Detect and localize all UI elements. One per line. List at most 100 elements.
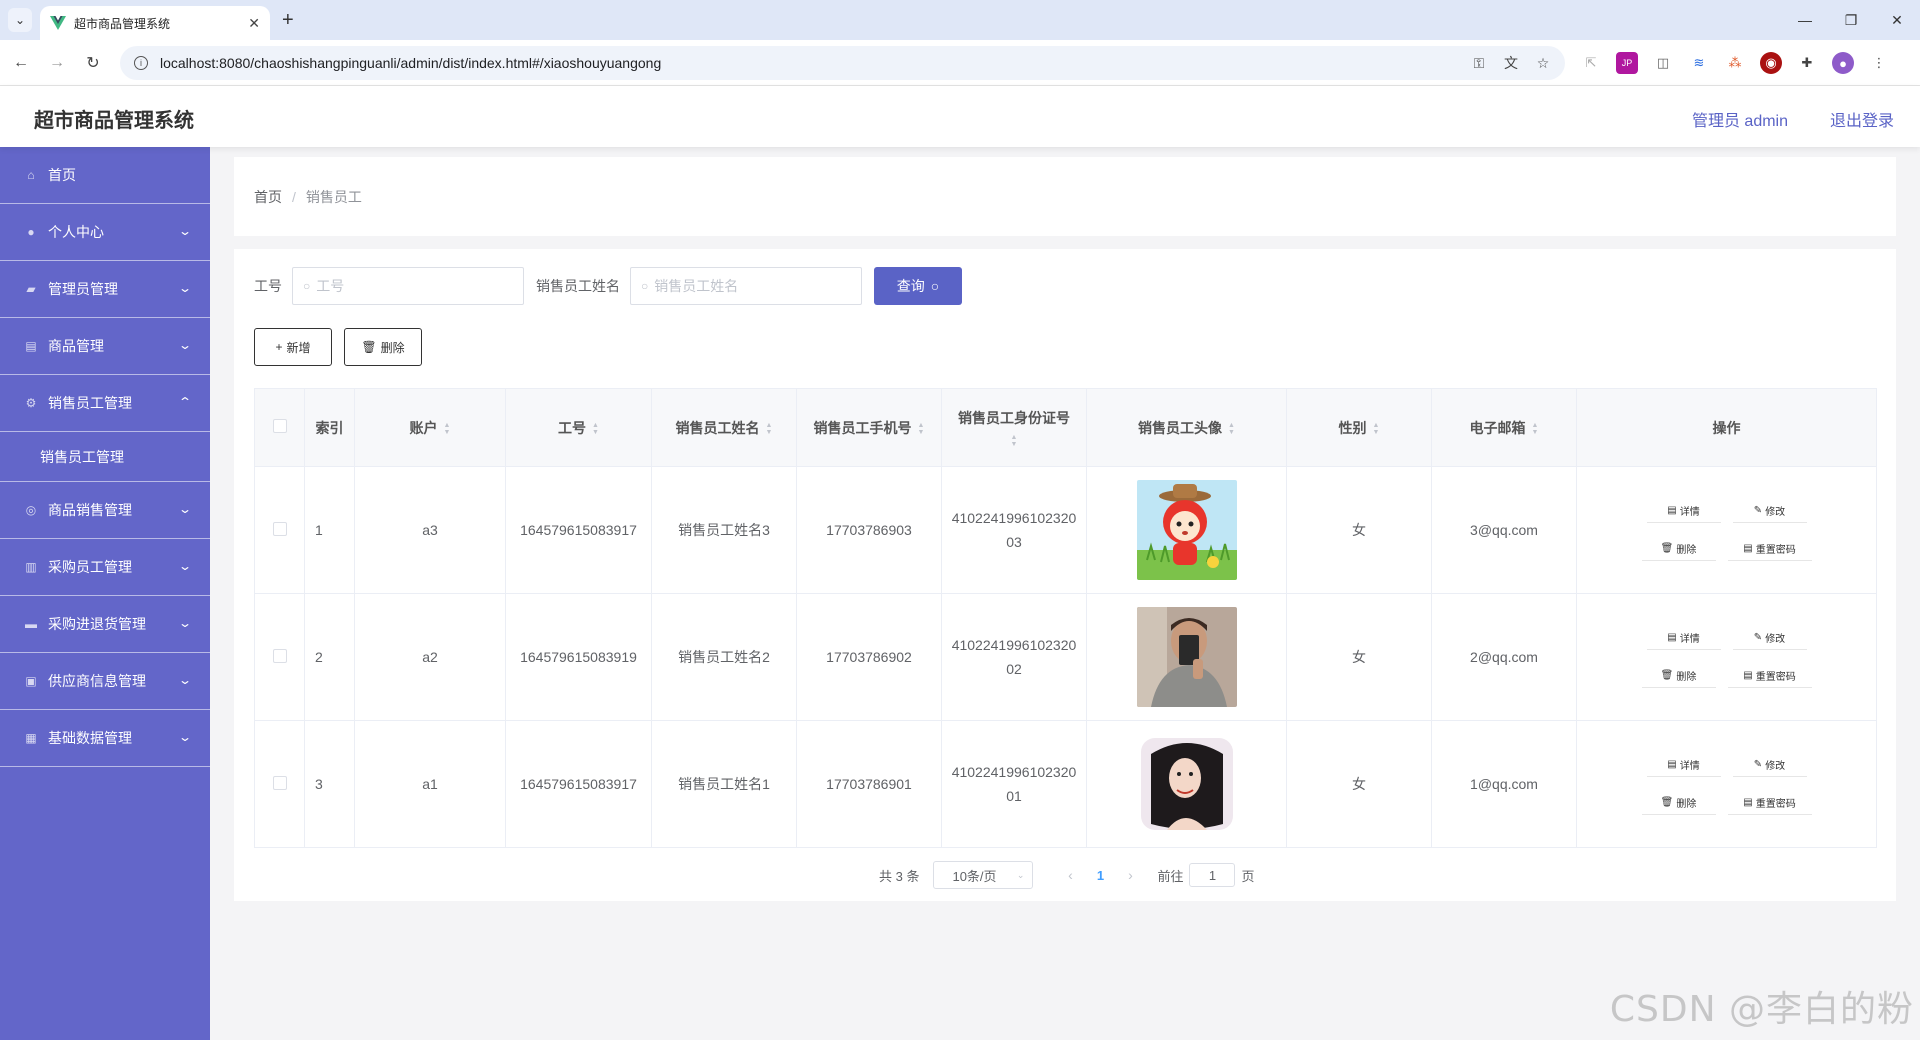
email-cell: 2@qq.com — [1431, 593, 1577, 721]
incognito-ext-icon[interactable]: ◫ — [1652, 52, 1674, 74]
avatar[interactable] — [1136, 734, 1237, 834]
page-size-select[interactable]: 10条/页 ⌄ — [933, 861, 1034, 889]
next-page-icon[interactable]: › — [1115, 867, 1145, 883]
delete-button[interactable]: 🗑 删除 — [1641, 537, 1716, 561]
column-header[interactable]: 销售员工姓名 ▲ ▼ — [651, 388, 797, 467]
reset-password-button[interactable]: ▤ 重置密码 — [1727, 791, 1812, 815]
select-all-checkbox[interactable] — [272, 419, 287, 433]
avatar[interactable] — [1136, 480, 1237, 580]
row-checkbox[interactable] — [272, 775, 287, 790]
name-input[interactable] — [654, 278, 835, 294]
forward-icon[interactable]: → — [44, 50, 70, 76]
sort-icon[interactable]: ▲ ▼ — [766, 422, 773, 436]
tab-close-icon[interactable]: ✕ — [248, 15, 260, 32]
add-button[interactable]: + 新增 — [254, 328, 332, 366]
star-icon[interactable]: ☆ — [1535, 55, 1551, 71]
doc-icon: ▤ — [1667, 759, 1677, 770]
home-icon: ⌂ — [27, 168, 35, 182]
row-checkbox[interactable] — [272, 521, 287, 536]
plus-icon: + — [275, 340, 283, 354]
name-cell: 销售员工姓名2 — [651, 593, 797, 721]
sidebar-item-label: 个人中心 — [48, 224, 104, 240]
logout-link[interactable]: 退出登录 — [1830, 107, 1894, 131]
column-header[interactable]: 销售员工手机号 ▲ ▼ — [796, 388, 942, 467]
reset-password-button[interactable]: ▤ 重置密码 — [1727, 664, 1812, 688]
edit-button[interactable]: ✎ 修改 — [1732, 499, 1807, 523]
row-checkbox[interactable] — [272, 648, 287, 663]
sort-icon[interactable]: ▲ ▼ — [1228, 422, 1235, 436]
minimize-icon[interactable]: — — [1782, 0, 1828, 40]
sidebar-item-base-data[interactable]: ▦ 基础数据管理 ⌄ — [0, 710, 210, 767]
delete-button[interactable]: 🗑 删除 — [1641, 791, 1716, 815]
row-select-cell[interactable] — [254, 466, 305, 594]
job-no-field[interactable]: ○ — [292, 267, 524, 305]
translate-icon[interactable]: 文 — [1503, 55, 1519, 71]
sidebar-item-profile[interactable]: ● 个人中心 ⌄ — [0, 204, 210, 261]
tab-search-icon[interactable]: ⌄ — [8, 8, 32, 32]
edit-button[interactable]: ✎ 修改 — [1732, 626, 1807, 650]
sort-icon[interactable]: ▲ ▼ — [444, 422, 451, 436]
column-header[interactable]: 电子邮箱 ▲ ▼ — [1431, 388, 1577, 467]
sidebar-item-purchase-staff[interactable]: ▥ 采购员工管理 ⌄ — [0, 539, 210, 596]
sidebar-item-purchase-returns[interactable]: ▬ 采购进退货管理 ⌄ — [0, 596, 210, 653]
network-ext-icon[interactable]: ⁂ — [1724, 52, 1746, 74]
address-bar[interactable]: i localhost:8080/chaoshishangpinguanli/a… — [120, 46, 1565, 80]
name-field[interactable]: ○ — [630, 267, 862, 305]
sort-icon[interactable]: ▲ ▼ — [918, 422, 925, 436]
reset-password-button[interactable]: ▤ 重置密码 — [1727, 537, 1812, 561]
sidebar-item-sales[interactable]: ◎ 商品销售管理 ⌄ — [0, 482, 210, 539]
row-select-cell[interactable] — [254, 593, 305, 721]
reload-icon[interactable]: ↻ — [80, 50, 106, 76]
sort-icon[interactable]: ▲ ▼ — [1011, 434, 1018, 448]
browser-menu-icon[interactable]: ⋮ — [1868, 52, 1890, 74]
goto-input[interactable] — [1189, 863, 1236, 887]
new-tab-icon[interactable]: + — [282, 8, 294, 32]
job-no-input[interactable] — [316, 278, 497, 294]
column-header[interactable]: 工号 ▲ ▼ — [505, 388, 652, 467]
page-unit-label: 页 — [1241, 868, 1255, 884]
back-icon[interactable]: ← — [8, 50, 34, 76]
detail-button[interactable]: ▤ 详情 — [1646, 753, 1721, 777]
browser-tab[interactable]: 超市商品管理系统 ✕ — [40, 6, 270, 40]
restore-icon[interactable]: ❐ — [1828, 0, 1874, 40]
page-number[interactable]: 1 — [1085, 868, 1115, 883]
column-header[interactable]: 性别 ▲ ▼ — [1286, 388, 1432, 467]
profile-avatar-icon[interactable]: ● — [1832, 52, 1854, 74]
sort-icon[interactable]: ▲ ▼ — [1373, 422, 1380, 436]
shield-ext-icon[interactable]: ◉ — [1760, 52, 1782, 74]
breadcrumb-home[interactable]: 首页 — [254, 187, 282, 207]
sidebar-item-admins[interactable]: ▰ 管理员管理 ⌄ — [0, 261, 210, 318]
sidebar-item-sales-staff[interactable]: ⚙ 销售员工管理 ⌃ — [0, 375, 210, 432]
row-select-cell[interactable] — [254, 720, 305, 848]
puzzle-ext-icon[interactable]: ✚ — [1796, 52, 1818, 74]
key-icon[interactable]: ⚿ — [1471, 55, 1487, 71]
sort-icon[interactable]: ▲ ▼ — [592, 422, 599, 436]
avatar[interactable] — [1136, 607, 1237, 707]
detail-button[interactable]: ▤ 详情 — [1646, 626, 1721, 650]
site-info-icon[interactable]: i — [134, 56, 148, 70]
delete-button[interactable]: 🗑 删除 — [1641, 664, 1716, 688]
sort-icon[interactable]: ▲ ▼ — [1532, 422, 1539, 436]
prev-page-icon[interactable]: ‹ — [1055, 867, 1085, 883]
batch-delete-button[interactable]: 🗑 删除 — [344, 328, 422, 366]
sidebar-item-goods[interactable]: ▤ 商品管理 ⌄ — [0, 318, 210, 375]
column-header[interactable]: 账户 ▲ ▼ — [354, 388, 506, 467]
detail-button[interactable]: ▤ 详情 — [1646, 499, 1721, 523]
layers-ext-icon[interactable]: ≋ — [1688, 52, 1710, 74]
trash-icon: 🗑 — [1660, 797, 1674, 808]
column-header[interactable]: 销售员工身份证号 ▲ ▼ — [941, 388, 1087, 467]
column-header[interactable]: 销售员工头像 ▲ ▼ — [1086, 388, 1287, 467]
query-button[interactable]: 查询 ○ — [874, 267, 962, 305]
doc-icon: ▤ — [1667, 632, 1677, 643]
cursor-ext-icon[interactable]: ⇱ — [1580, 52, 1602, 74]
edit-button[interactable]: ✎ 修改 — [1732, 753, 1807, 777]
sidebar-subitem-sales-staff[interactable]: 销售员工管理 — [0, 432, 210, 482]
sidebar-item-label: 商品销售管理 — [48, 502, 132, 518]
window-close-icon[interactable]: ✕ — [1874, 0, 1920, 40]
jetbrains-ext-icon[interactable]: JP — [1616, 52, 1638, 74]
select-all-cell[interactable] — [254, 388, 305, 467]
chevron-down-icon: ⌄ — [177, 224, 193, 238]
sidebar-item-suppliers[interactable]: ▣ 供应商信息管理 ⌄ — [0, 653, 210, 710]
doc-icon: ▤ — [1743, 797, 1753, 808]
sidebar-item-home[interactable]: ⌂ 首页 — [0, 147, 210, 204]
